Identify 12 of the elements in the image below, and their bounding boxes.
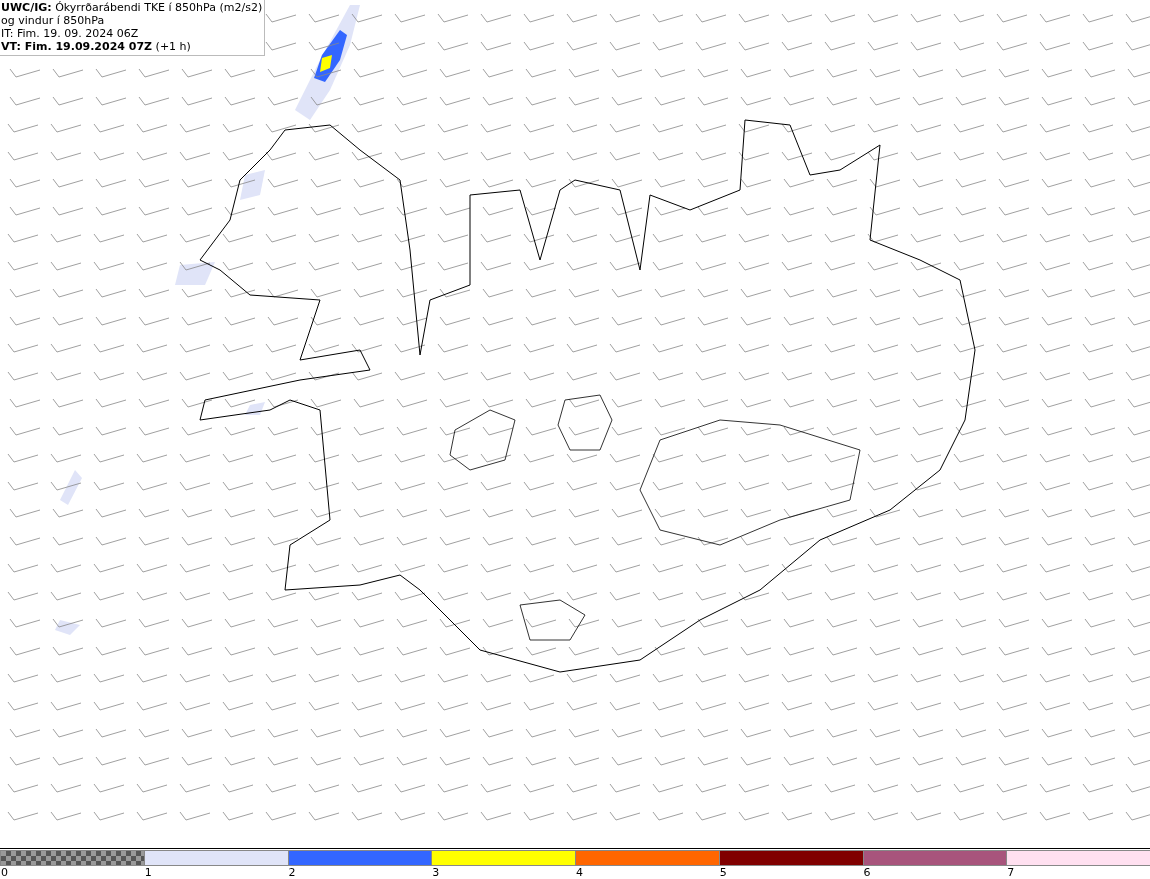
legend-label: 6	[862, 866, 872, 879]
header-text: og vindur í 850hPa	[1, 14, 106, 27]
header-text: UWC/IG: Ókyrrðarábendi TKE í 850hPa (m2/s2)	[1, 1, 263, 14]
legend-label: 5	[718, 866, 728, 879]
legend-label: 0	[0, 866, 9, 879]
legend-label: 4	[575, 866, 584, 879]
legend-label: 7	[1006, 866, 1016, 879]
legend-label: 1	[143, 866, 153, 879]
legend-label: 2	[287, 866, 297, 879]
legend-label: 3	[431, 866, 441, 879]
header-text: IT: Fim. 19. 09. 2024 06Z	[1, 27, 140, 40]
header-text: VT: Fim. 19.09.2024 07Z (+1 h)	[1, 40, 192, 53]
